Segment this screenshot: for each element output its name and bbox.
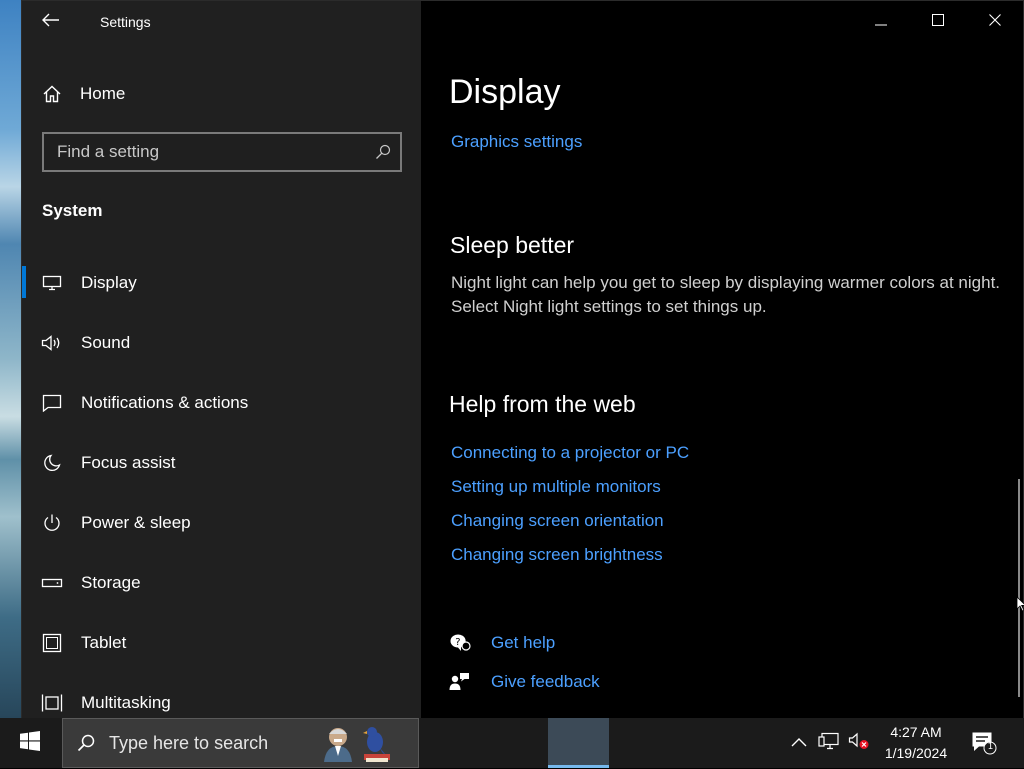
- storage-icon: [22, 577, 82, 589]
- graphics-settings-link[interactable]: Graphics settings: [451, 132, 582, 152]
- action-center-button[interactable]: 1: [964, 718, 1004, 768]
- taskbar-search[interactable]: Type here to search: [62, 718, 419, 768]
- sidebar-item-tablet[interactable]: Tablet: [22, 613, 421, 673]
- maximize-icon: [931, 13, 944, 31]
- give-feedback-link[interactable]: Give feedback: [491, 672, 600, 692]
- get-help-link[interactable]: Get help: [491, 633, 555, 653]
- desktop-wallpaper: [0, 0, 22, 718]
- settings-search[interactable]: [42, 132, 402, 172]
- main-content: Display Graphics settings Sleep better N…: [421, 1, 1023, 718]
- windows-logo-icon: [20, 730, 40, 756]
- notification-icon: [22, 394, 82, 412]
- sidebar-item-label: Display: [81, 273, 137, 292]
- home-icon: [22, 85, 82, 103]
- sidebar-item-power-sleep[interactable]: Power & sleep: [22, 493, 421, 553]
- page-title: Display: [449, 73, 561, 111]
- sidebar: Settings Home System Display: [22, 1, 421, 718]
- feedback-icon: [449, 672, 491, 692]
- sleep-better-heading: Sleep better: [450, 232, 575, 258]
- sidebar-item-sound[interactable]: Sound: [22, 313, 421, 373]
- help-links: Connecting to a projector or PC Setting …: [451, 441, 689, 577]
- scrollbar[interactable]: [1018, 479, 1020, 697]
- home-label: Home: [80, 84, 126, 103]
- tablet-icon: [22, 633, 82, 653]
- search-highlight-illustration-icon: [320, 722, 396, 769]
- minimize-icon: [874, 13, 887, 31]
- notification-count-badge: 1: [987, 742, 994, 752]
- svg-text:?: ?: [455, 637, 460, 648]
- help-link-brightness[interactable]: Changing screen brightness: [451, 543, 689, 577]
- sidebar-item-label: Multitasking: [81, 693, 171, 712]
- show-hidden-icons-button[interactable]: [786, 718, 812, 768]
- get-help-row[interactable]: ? Get help: [449, 623, 600, 662]
- maximize-button[interactable]: [909, 1, 966, 43]
- sidebar-item-notifications[interactable]: Notifications & actions: [22, 373, 421, 433]
- back-button[interactable]: [36, 9, 66, 35]
- search-icon: [63, 734, 109, 752]
- sidebar-item-label: Tablet: [81, 633, 127, 652]
- start-button[interactable]: [0, 718, 60, 768]
- close-icon: [988, 13, 1001, 31]
- minimize-button[interactable]: [852, 1, 909, 43]
- volume-muted-icon: [848, 732, 870, 755]
- sidebar-nav: Display Sound Notifications & actions Fo…: [22, 253, 421, 718]
- action-center-icon: 1: [971, 731, 997, 755]
- network-icon: [818, 732, 840, 755]
- back-arrow-icon: [42, 13, 60, 32]
- help-link-orientation[interactable]: Changing screen orientation: [451, 509, 689, 543]
- search-input[interactable]: [44, 142, 366, 162]
- mouse-cursor-icon: [1016, 596, 1024, 617]
- sidebar-item-display[interactable]: Display: [22, 253, 421, 313]
- get-help-icon: ?: [449, 633, 491, 653]
- sidebar-item-label: Storage: [81, 573, 141, 592]
- taskbar-clock[interactable]: 4:27 AM 1/19/2024: [876, 722, 956, 764]
- window-controls: [852, 1, 1023, 43]
- speaker-icon: [22, 335, 82, 351]
- sidebar-item-storage[interactable]: Storage: [22, 553, 421, 613]
- help-link-projector[interactable]: Connecting to a projector or PC: [451, 441, 689, 475]
- section-title: System: [42, 201, 103, 220]
- taskbar-settings-app[interactable]: [548, 718, 609, 768]
- sidebar-item-label: Notifications & actions: [81, 393, 249, 412]
- give-feedback-row[interactable]: Give feedback: [449, 662, 600, 701]
- settings-window: Settings Home System Display: [21, 0, 1024, 718]
- sidebar-item-label: Power & sleep: [81, 513, 191, 532]
- close-button[interactable]: [966, 1, 1023, 43]
- volume-tray-icon-button[interactable]: [845, 718, 873, 768]
- clock-date: 1/19/2024: [884, 745, 948, 761]
- sidebar-item-multitasking[interactable]: Multitasking: [22, 673, 421, 718]
- multitasking-icon: [22, 693, 82, 713]
- sidebar-item-label: Focus assist: [81, 453, 176, 472]
- clock-time: 4:27 AM: [890, 724, 942, 740]
- taskbar: Type here to search 4:27 AM 1/19/2024 1: [0, 718, 1024, 768]
- support-links: ? Get help Give feedback: [449, 623, 600, 701]
- network-tray-icon-button[interactable]: [814, 718, 844, 768]
- search-icon[interactable]: [366, 144, 400, 160]
- sidebar-item-home[interactable]: Home: [22, 73, 421, 115]
- sidebar-item-focus-assist[interactable]: Focus assist: [22, 433, 421, 493]
- help-link-multiple-monitors[interactable]: Setting up multiple monitors: [451, 475, 689, 509]
- sidebar-item-label: Sound: [81, 333, 131, 352]
- taskbar-search-placeholder: Type here to search: [109, 732, 269, 753]
- help-from-web-heading: Help from the web: [449, 391, 636, 417]
- moon-icon: [22, 454, 82, 472]
- chevron-up-icon: [791, 734, 807, 752]
- monitor-icon: [22, 275, 82, 291]
- power-icon: [22, 513, 82, 533]
- window-title: Settings: [100, 14, 151, 30]
- sleep-better-description: Night light can help you get to sleep by…: [451, 273, 1001, 316]
